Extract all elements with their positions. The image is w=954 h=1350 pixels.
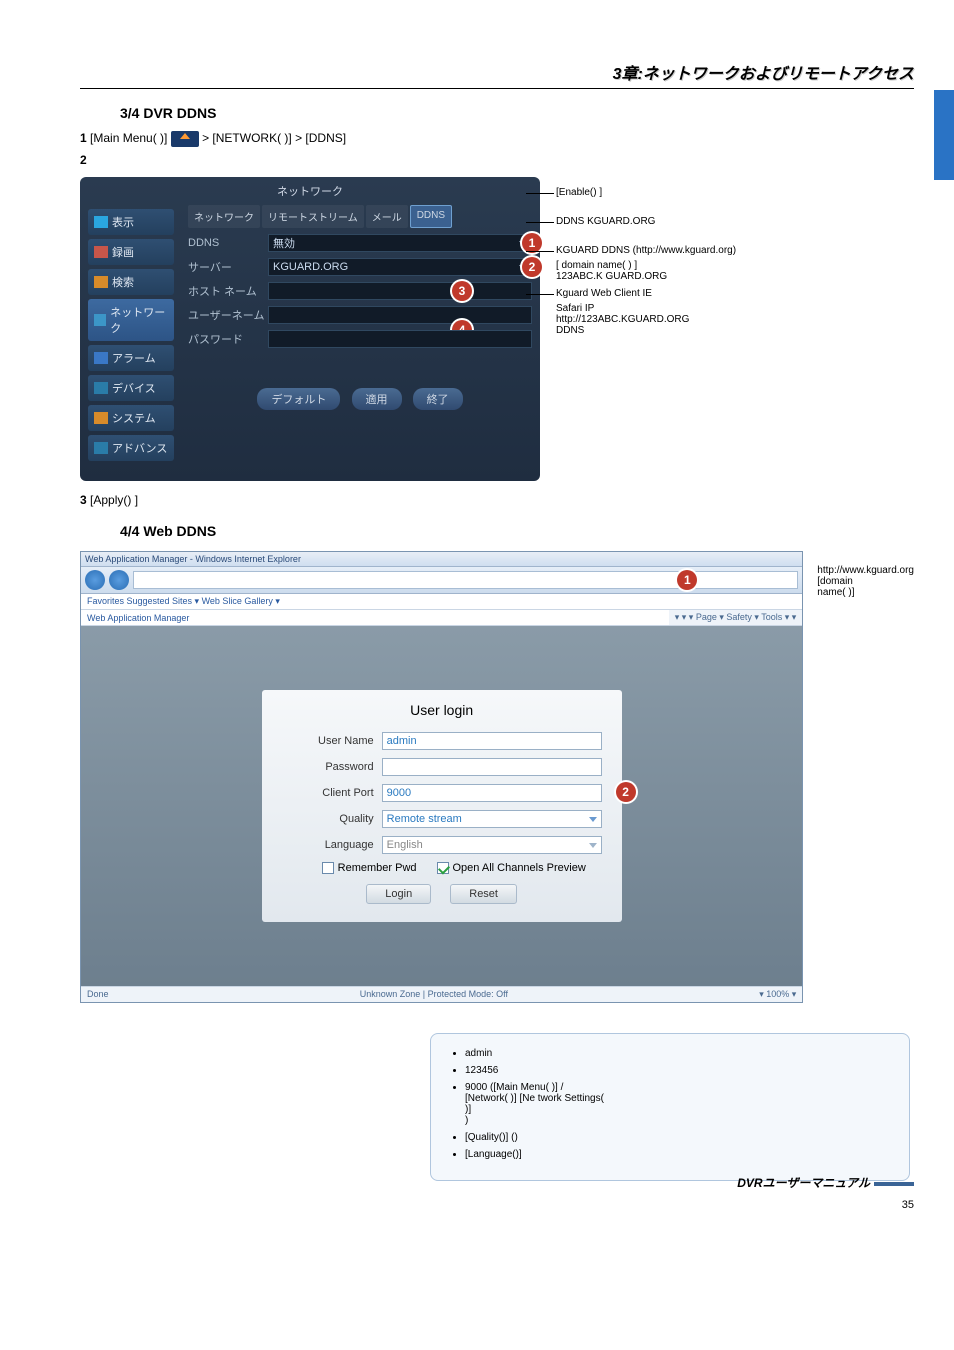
sidebar-item-device[interactable]: デバイス bbox=[88, 375, 174, 401]
ie-status-left: Done bbox=[87, 989, 109, 1000]
apply-button[interactable]: 適用 bbox=[352, 388, 402, 410]
login-quality-label: Quality bbox=[282, 813, 382, 825]
login-password-label: Password bbox=[282, 761, 382, 773]
chevron-down-icon bbox=[589, 843, 597, 848]
hostname-input[interactable] bbox=[268, 282, 532, 300]
ddns-label: DDNS bbox=[188, 237, 268, 249]
chevron-down-icon bbox=[589, 817, 597, 822]
username-label: ユーザーネーム bbox=[188, 307, 268, 323]
section-44-heading: 4/4 Web DDNS bbox=[120, 523, 914, 539]
login-username-input[interactable]: admin bbox=[382, 732, 602, 750]
footer: DVRユーザーマニュアル bbox=[737, 1174, 914, 1191]
ie-back-button[interactable] bbox=[85, 570, 105, 590]
ie-toolbar: ▾ ▾ ▾ Page ▾ Safety ▾ Tools ▾ ▾ bbox=[669, 610, 803, 625]
ie-tab[interactable]: Web Application Manager bbox=[81, 611, 195, 625]
home-icon bbox=[171, 131, 199, 147]
sidebar-item-advance[interactable]: アドバンス bbox=[88, 435, 174, 461]
open-all-channels-checkbox[interactable]: Open All Channels Preview bbox=[437, 862, 586, 874]
network-settings-screenshot: ネットワーク 表示 録画 検索 ネットワーク アラーム デバイス システム アド… bbox=[80, 177, 540, 481]
sidebar-item-display[interactable]: 表示 bbox=[88, 209, 174, 235]
address-bar[interactable]: 1 bbox=[133, 571, 798, 589]
ie-status-right: ▾ 100% ▾ bbox=[759, 989, 796, 1000]
side-tab bbox=[934, 90, 954, 180]
info-box: admin 123456 9000 ([Main Menu( )] / [Net… bbox=[430, 1033, 910, 1181]
sidebar-item-alarm[interactable]: アラーム bbox=[88, 345, 174, 371]
page-number: 35 bbox=[902, 1199, 914, 1211]
login-username-label: User Name bbox=[282, 735, 382, 747]
server-label: サーバー bbox=[188, 259, 268, 275]
login-port-label: Client Port bbox=[282, 787, 382, 799]
ddns-select[interactable]: 無効 bbox=[268, 234, 532, 252]
login-title: User login bbox=[282, 702, 602, 718]
ui-title: ネットワーク bbox=[80, 177, 540, 205]
remember-pwd-checkbox[interactable]: Remember Pwd bbox=[322, 862, 417, 874]
ie-favorites-bar: Favorites Suggested Sites ▾ Web Slice Ga… bbox=[81, 594, 802, 610]
step-1: 1 [Main Menu( )] > [NETWORK( )] > [DDNS] bbox=[80, 131, 914, 147]
sidebar-item-search[interactable]: 検索 bbox=[88, 269, 174, 295]
login-port-input[interactable]: 9000 bbox=[382, 784, 602, 802]
login-quality-select[interactable]: Remote stream bbox=[382, 810, 602, 828]
ie-status-mid: Unknown Zone | Protected Mode: Off bbox=[360, 989, 508, 1000]
tab-network[interactable]: ネットワーク bbox=[188, 205, 260, 228]
step-2: 2 bbox=[80, 153, 914, 167]
ie-forward-button[interactable] bbox=[109, 570, 129, 590]
login-password-input[interactable] bbox=[382, 758, 602, 776]
callout-2: 2 bbox=[522, 257, 542, 277]
login-language-label: Language bbox=[282, 839, 382, 851]
exit-button[interactable]: 終了 bbox=[413, 388, 463, 410]
callout-b2: 2 bbox=[616, 782, 636, 802]
section-34-heading: 3/4 DVR DDNS bbox=[120, 105, 914, 121]
ie-titlebar: Web Application Manager - Windows Intern… bbox=[81, 552, 802, 567]
username-input[interactable] bbox=[268, 306, 532, 324]
sidebar: 表示 録画 検索 ネットワーク アラーム デバイス システム アドバンス bbox=[80, 205, 180, 469]
callout-notes-b: http://www.kguard.org [domain name( )] bbox=[817, 551, 914, 598]
browser-screenshot: Web Application Manager - Windows Intern… bbox=[80, 551, 803, 1003]
step-3: 3 [Apply() ] bbox=[80, 493, 914, 507]
reset-button[interactable]: Reset bbox=[450, 884, 517, 904]
password-label: パスワード bbox=[188, 331, 268, 347]
callout-notes-a: [Enable() ] DDNS KGUARD.ORG KGUARD DDNS … bbox=[556, 177, 914, 336]
callout-3: 3 bbox=[452, 281, 472, 301]
tab-ddns[interactable]: DDNS bbox=[410, 205, 452, 228]
sidebar-item-system[interactable]: システム bbox=[88, 405, 174, 431]
login-button[interactable]: Login bbox=[366, 884, 431, 904]
login-language-select[interactable]: English bbox=[382, 836, 602, 854]
default-button[interactable]: デフォルト bbox=[257, 388, 340, 410]
sidebar-item-network[interactable]: ネットワーク bbox=[88, 299, 174, 341]
callout-b1: 1 bbox=[677, 570, 697, 590]
tab-remote[interactable]: リモートストリーム bbox=[262, 205, 364, 228]
callout-1: 1 bbox=[522, 233, 542, 253]
chapter-title: 3章:ネットワークおよびリモートアクセス bbox=[80, 60, 914, 89]
hostname-label: ホスト ネーム bbox=[188, 283, 268, 299]
server-select[interactable]: KGUARD.ORG bbox=[268, 258, 532, 276]
sidebar-item-record[interactable]: 録画 bbox=[88, 239, 174, 265]
tab-mail[interactable]: メール bbox=[366, 205, 408, 228]
login-area: User login User Nameadmin Password Clien… bbox=[81, 626, 802, 986]
password-input[interactable] bbox=[268, 330, 532, 348]
